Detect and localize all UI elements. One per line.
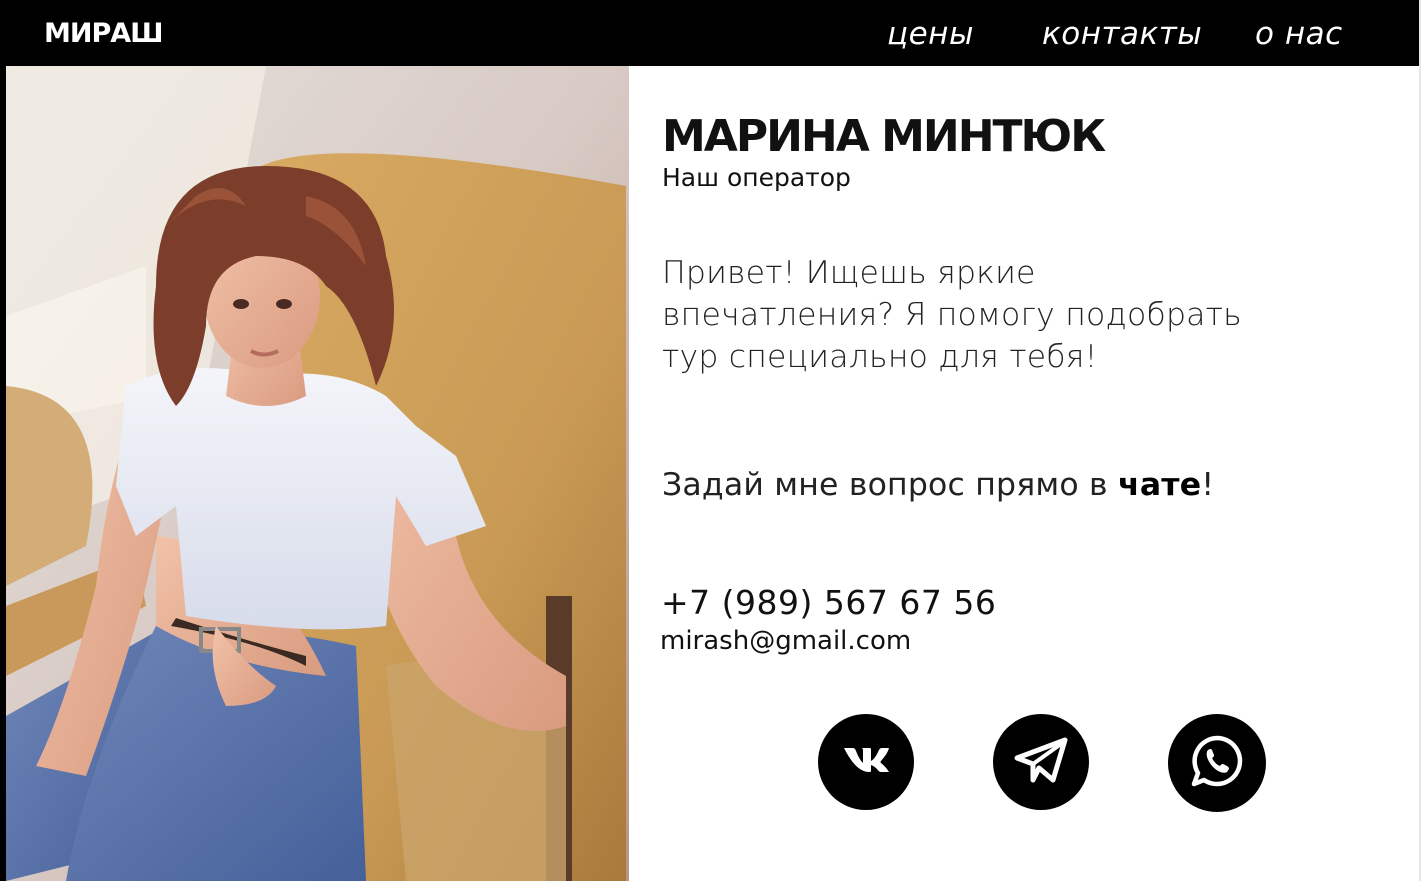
chat-prompt-suffix: ! — [1201, 467, 1215, 503]
operator-role: Наш оператор — [662, 163, 851, 192]
operator-card: МАРИНА МИНТЮК Наш оператор Привет! Ищешь… — [629, 66, 1421, 881]
phone-number[interactable]: +7 (989) 567 67 56 — [661, 582, 996, 624]
chat-link[interactable]: чате — [1118, 467, 1201, 503]
nav-link-about[interactable]: о нас — [1255, 14, 1343, 54]
whatsapp-button[interactable] — [1168, 714, 1266, 812]
nav-link-contacts[interactable]: контакты — [1042, 14, 1202, 54]
intro-line: впечатления? Я помогу подобрать — [662, 297, 1242, 333]
chat-prompt-text: Задай мне вопрос прямо в — [662, 467, 1119, 503]
operator-name: МАРИНА МИНТЮК — [662, 111, 1106, 162]
telegram-icon — [1013, 734, 1069, 790]
intro-line: Привет! Ищешь яркие — [662, 255, 1036, 291]
vk-icon — [842, 745, 890, 779]
top-navbar: МИРАШ цены контакты о нас — [0, 0, 1421, 66]
whatsapp-icon — [1190, 734, 1244, 792]
intro-line: тур специально для тебя! — [662, 339, 1098, 375]
chat-prompt: Задай мне вопрос прямо в чате! — [662, 464, 1214, 506]
vk-button[interactable] — [818, 714, 914, 810]
telegram-button[interactable] — [993, 714, 1089, 810]
intro-text: Привет! Ищешь яркие впечатления? Я помог… — [662, 252, 1282, 378]
email-address[interactable]: mirash@gmail.com — [660, 624, 911, 658]
nav-link-prices[interactable]: цены — [887, 14, 974, 54]
site-logo[interactable]: МИРАШ — [44, 17, 164, 51]
operator-photo — [6, 66, 629, 881]
